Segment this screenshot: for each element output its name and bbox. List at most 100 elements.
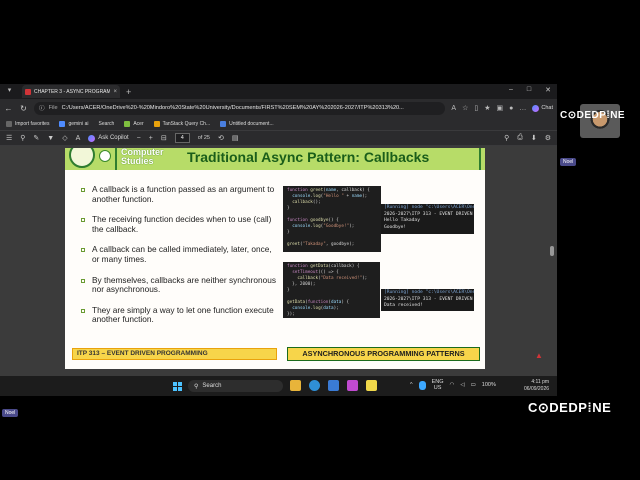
taskbar: ⚲ Search ^ ENG US ◠ ◁ ▭ 100% 4:11 pm 06/…	[0, 376, 557, 396]
favorites-icon[interactable]: ★	[484, 104, 490, 112]
import-icon	[6, 120, 12, 127]
bookmark-untitled[interactable]: Untitled document...	[220, 120, 274, 127]
bookmarks-bar: Import favorites gemini ai Search Acer T…	[0, 117, 557, 131]
bookmark-import[interactable]: Import favorites	[6, 120, 49, 127]
browser-window: ▾ CHAPTER 3 - ASYNC PROGRAMM × + – □ ✕ ←…	[0, 84, 557, 396]
print-icon[interactable]: ⎙	[517, 134, 523, 142]
battery-icon[interactable]: ▭	[471, 382, 476, 388]
bullet-icon	[81, 278, 85, 283]
header-edge	[479, 148, 481, 170]
bullet-icon	[81, 188, 85, 192]
start-button[interactable]	[173, 382, 182, 391]
tab-title: CHAPTER 3 - ASYNC PROGRAMM	[34, 88, 111, 95]
list-item: They are simply a way to let one functio…	[81, 305, 281, 325]
address-bar: ← ↻ ⓘ File C:/Users/ACER/OneDrive%20-%20…	[0, 99, 557, 117]
taskbar-search[interactable]: ⚲ Search	[188, 380, 283, 392]
refresh-icon[interactable]: ↻	[19, 104, 28, 113]
sticky-app-icon[interactable]	[366, 380, 377, 391]
more-icon[interactable]: …	[519, 105, 526, 112]
code-snippet-greet: function greet(name, callback) { console…	[283, 186, 381, 252]
pdf-viewer[interactable]: Computer Studies Traditional Async Patte…	[0, 146, 557, 396]
bullet-icon	[81, 218, 85, 223]
maximize-button[interactable]: □	[527, 86, 531, 94]
tab-chapter3[interactable]: CHAPTER 3 - ASYNC PROGRAMM ×	[22, 85, 120, 98]
bullet-icon	[81, 308, 85, 313]
split-screen-icon[interactable]: ▯	[474, 104, 478, 112]
save-icon[interactable]: ⬇	[531, 134, 537, 142]
slide-title: Traditional Async Pattern: Callbacks	[187, 149, 430, 165]
zoom-out-icon[interactable]: −	[137, 135, 141, 142]
new-tab-button[interactable]: +	[126, 87, 131, 97]
tab-actions-icon[interactable]: ▾	[4, 86, 15, 97]
ask-copilot-button[interactable]: Ask Copilot	[88, 134, 129, 142]
bookmark-acer[interactable]: Acer	[124, 120, 144, 127]
page-total: of 25	[197, 135, 210, 141]
app-icon[interactable]	[347, 380, 358, 391]
url-field[interactable]: ⓘ File C:/Users/ACER/OneDrive%20-%20Mind…	[34, 101, 446, 115]
copilot-icon	[88, 134, 96, 142]
volume-icon[interactable]: ◁	[460, 382, 464, 388]
docs-icon	[220, 120, 227, 127]
copilot-icon	[532, 104, 540, 112]
language-indicator[interactable]: ENG US	[432, 379, 444, 391]
terminal-output-getdata: [Running] node "c:\Users\ACER\One 2026-20…	[381, 289, 474, 311]
tab-close-icon[interactable]: ×	[113, 89, 117, 95]
bookmark-tanstack[interactable]: TanStack Query Ch...	[153, 120, 210, 127]
topic-footer: ASYNCHRONOUS PROGRAMMING PATTERNS	[287, 347, 480, 361]
close-button[interactable]: ✕	[545, 86, 551, 94]
chat-button[interactable]: Chat	[532, 104, 553, 112]
header-divider	[115, 148, 117, 170]
wifi-icon[interactable]: ◠	[450, 382, 455, 388]
page-number-input[interactable]: 4	[174, 133, 190, 143]
brand-watermark: C⊙DEDP⁞NE	[528, 400, 612, 415]
page-view-icon[interactable]: ▤	[232, 134, 239, 142]
code-line: });	[287, 312, 295, 317]
slide-header: Computer Studies Traditional Async Patte…	[65, 148, 485, 170]
zoom-in-icon[interactable]: +	[149, 135, 153, 142]
pdf-icon	[25, 88, 31, 95]
terminal-output-greet: [Running] node "c:\Users\ACER\One 2026-20…	[381, 204, 474, 234]
text-icon[interactable]: A	[76, 135, 81, 142]
erase-icon[interactable]: ◇	[62, 134, 67, 142]
profile-icon[interactable]: ●	[509, 105, 513, 112]
bookmark-gemini[interactable]: gemini ai	[59, 120, 88, 127]
file-explorer-icon[interactable]	[290, 380, 301, 391]
participant-name-tag: Noel	[560, 158, 577, 166]
collections-icon[interactable]: ▣	[497, 104, 504, 112]
contents-icon[interactable]: ☰	[6, 134, 12, 142]
acer-icon	[124, 120, 131, 127]
department-logo	[99, 150, 111, 162]
slide-page: Computer Studies Traditional Async Patte…	[65, 148, 485, 369]
favorite-star-icon[interactable]: ☆	[462, 104, 468, 112]
terminal-line: Data received!	[384, 303, 423, 308]
chat-label: Chat	[541, 105, 553, 111]
draw-icon[interactable]: ✎	[33, 134, 39, 142]
read-aloud-icon[interactable]: A	[451, 105, 456, 112]
back-icon[interactable]: ←	[4, 104, 13, 113]
list-item: By themselves, callbacks are neither syn…	[81, 275, 281, 295]
microphone-icon[interactable]	[418, 380, 426, 390]
settings-icon[interactable]: ⚙	[545, 134, 551, 142]
vscode-icon[interactable]	[328, 380, 339, 391]
gemini-icon	[59, 120, 66, 127]
code-snippet-getdata: function getData(callback) { setTimeout(…	[283, 262, 380, 318]
tray-expand-icon[interactable]: ^	[410, 382, 413, 388]
tab-bar: ▾ CHAPTER 3 - ASYNC PROGRAMM × + – □ ✕	[0, 84, 557, 99]
bookmark-search[interactable]: Search	[98, 121, 114, 127]
list-item: A callback can be called immediately, la…	[81, 245, 281, 264]
edge-icon[interactable]	[309, 380, 320, 391]
rotate-icon[interactable]: ⟲	[218, 134, 224, 142]
tanstack-icon	[153, 120, 160, 127]
search-icon[interactable]: ⚲	[504, 134, 509, 142]
url-text: C:/Users/ACER/OneDrive%20-%20Mindoro%20S…	[61, 105, 404, 111]
screen: ▾ CHAPTER 3 - ASYNC PROGRAMM × + – □ ✕ ←…	[0, 0, 640, 480]
course-footer: ITP 313 – EVENT DRIVEN PROGRAMMING	[72, 348, 277, 360]
scrollbar-thumb[interactable]	[550, 246, 554, 256]
university-seal	[69, 148, 95, 168]
minimize-button[interactable]: –	[509, 86, 513, 94]
filter-icon[interactable]: ⚲	[20, 134, 25, 142]
department-name: Computer Studies	[121, 148, 164, 166]
clock[interactable]: 4:11 pm 06/09/2026	[524, 379, 549, 393]
highlight-icon[interactable]: ▼	[47, 135, 54, 142]
fit-page-icon[interactable]: ⊟	[161, 134, 167, 142]
